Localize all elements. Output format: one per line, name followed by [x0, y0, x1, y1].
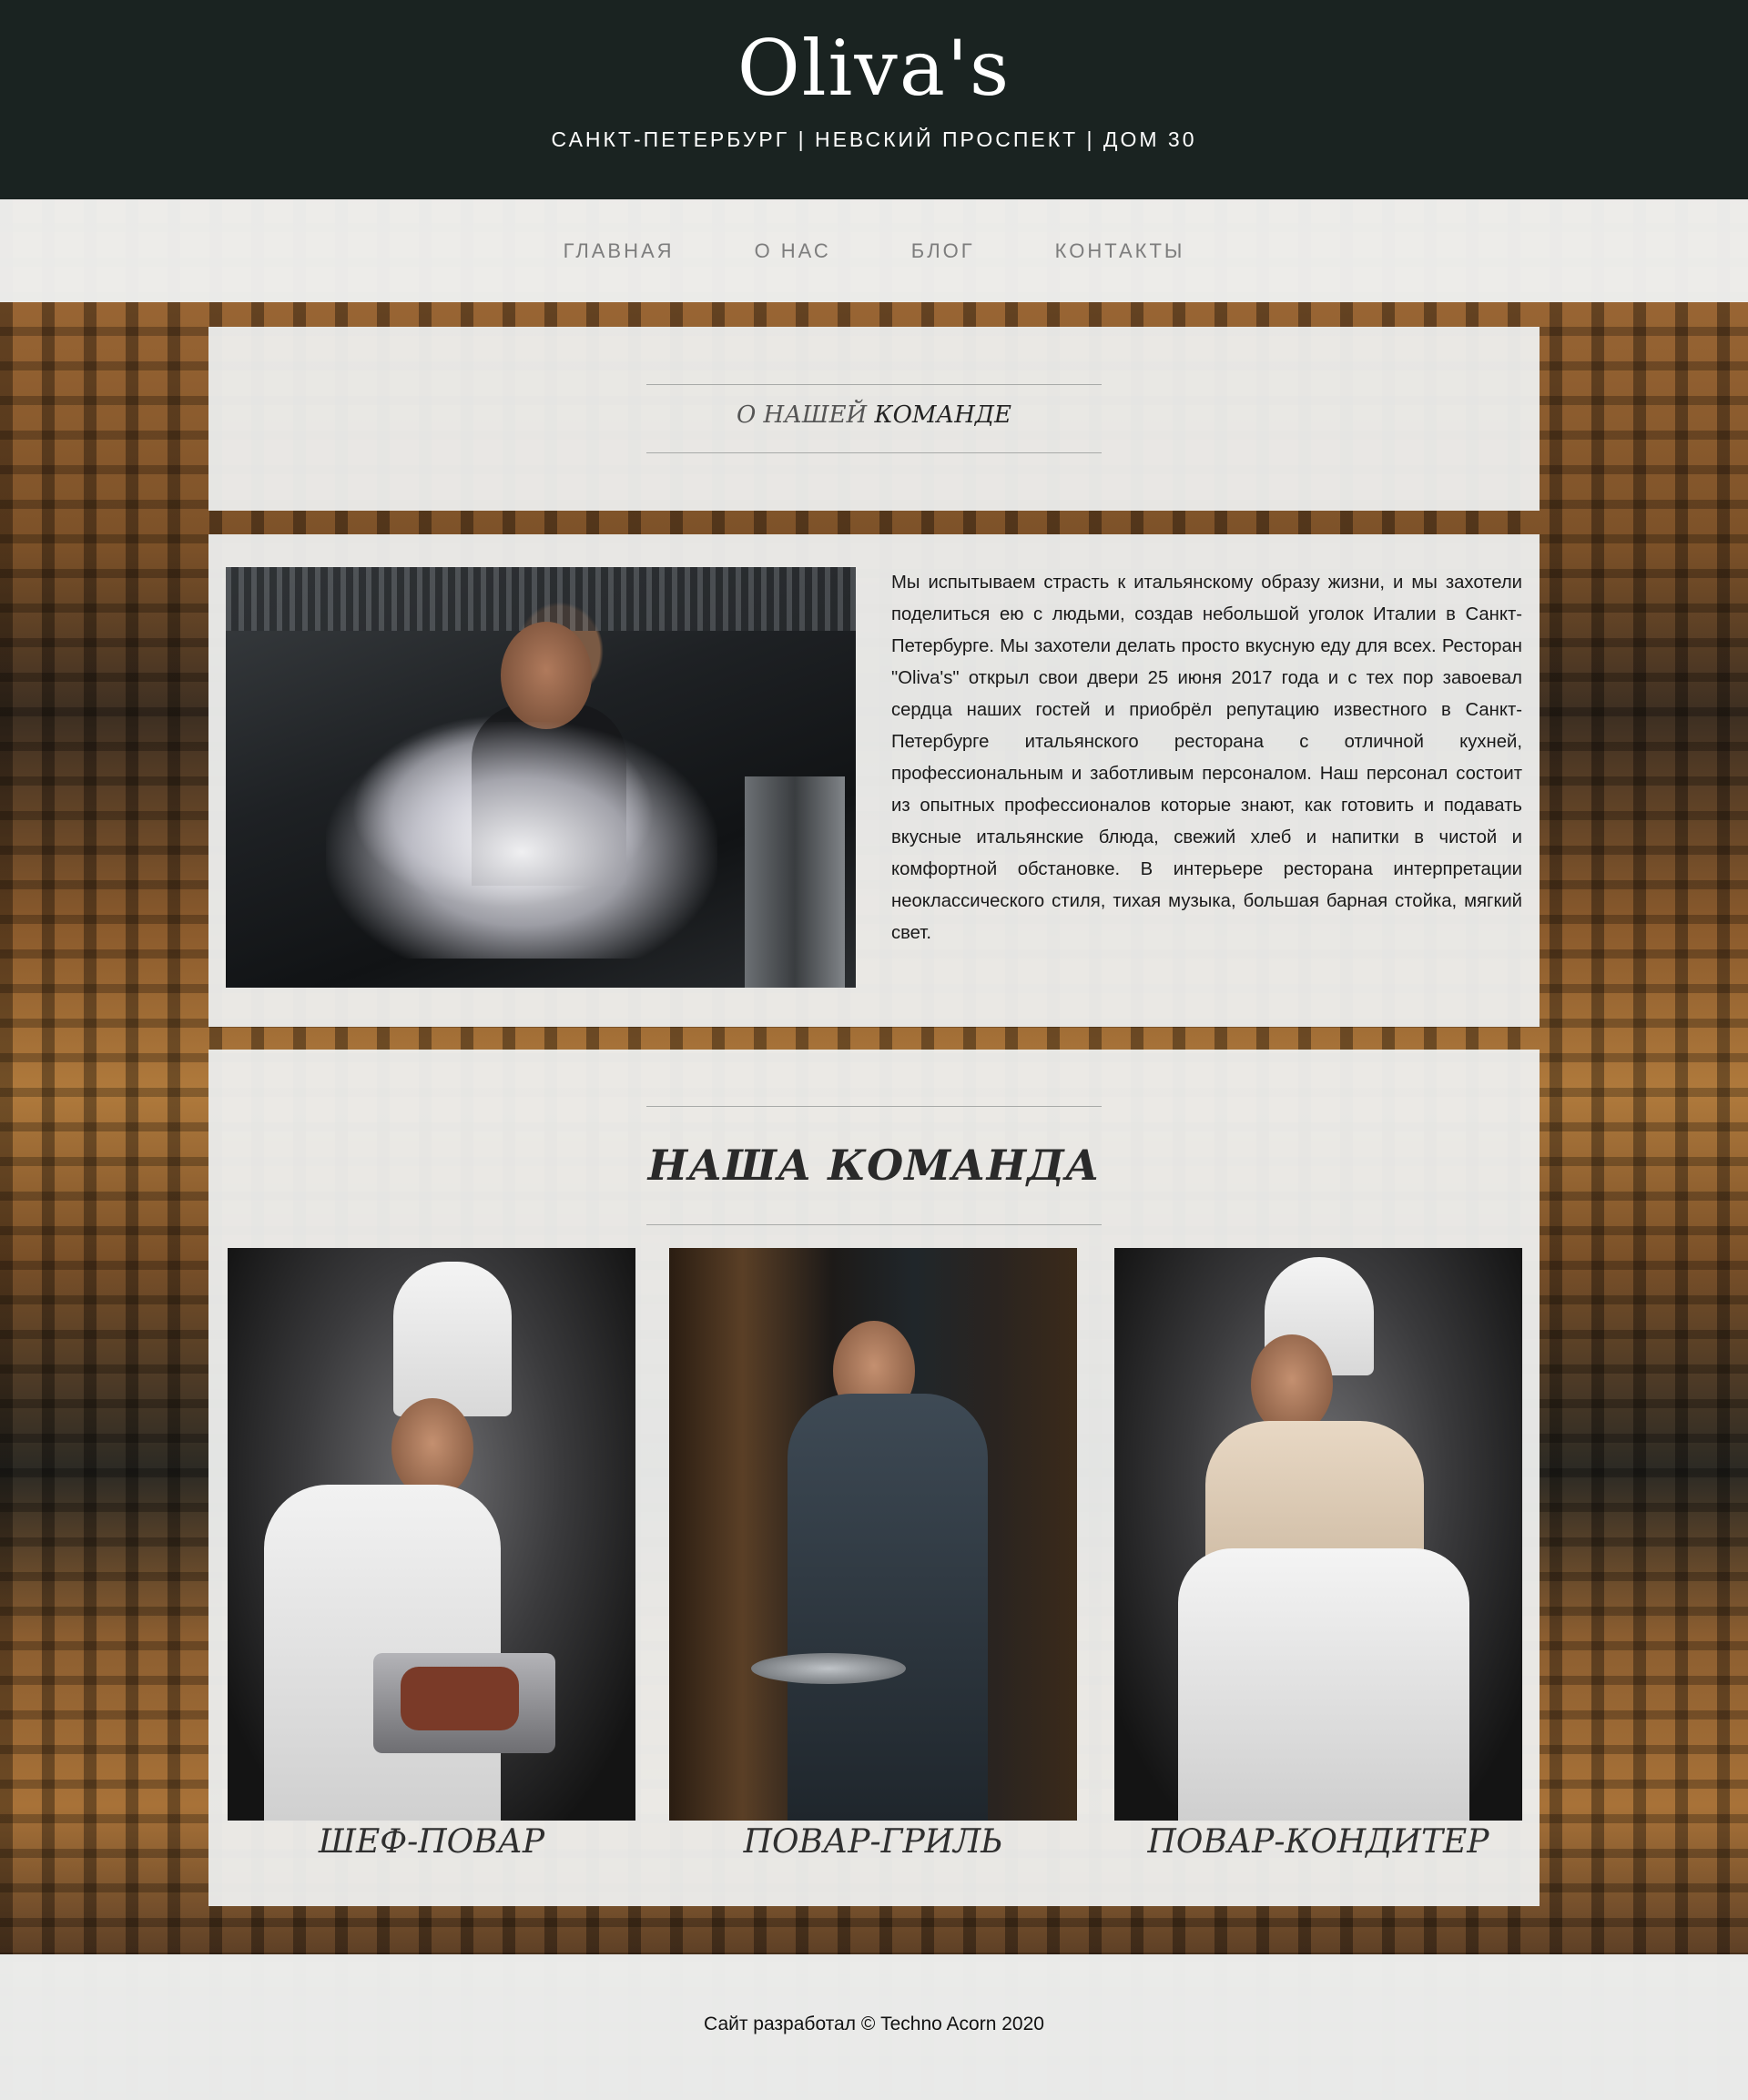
team-member: ПОВАР-ГРИЛЬ [669, 1248, 1077, 1885]
about-heading-strong: КОМАНДЕ [874, 401, 1012, 429]
head-chef-photo [228, 1248, 635, 1821]
site-address: САНКТ-ПЕТЕРБУРГ | НЕВСКИЙ ПРОСПЕКТ | ДОМ… [551, 127, 1197, 151]
site-title: Oliva's [737, 24, 1011, 113]
about-heading-light: О НАШЕЙ [736, 401, 875, 429]
nav-item-contacts[interactable]: КОНТАКТЫ [1055, 239, 1185, 263]
site-header: Oliva's САНКТ-ПЕТЕРБУРГ | НЕВСКИЙ ПРОСПЕ… [0, 0, 1748, 199]
kitchen-chef-photo [226, 567, 856, 988]
about-heading-card: О НАШЕЙ КОМАНДЕ [208, 327, 1540, 511]
member-title: ПОВАР-ГРИЛЬ [743, 1823, 1003, 1861]
site-footer: Сайт разработал © Techno Acorn 2020 [0, 1954, 1748, 2100]
divider [646, 452, 1102, 453]
main-nav: ГЛАВНАЯ О НАС БЛОГ КОНТАКТЫ [0, 199, 1748, 302]
nav-item-about[interactable]: О НАС [755, 239, 831, 263]
about-heading: О НАШЕЙ КОМАНДЕ [208, 401, 1540, 429]
about-text: Мы испытываем страсть к итальянскому обр… [891, 573, 1522, 943]
about-card: Мы испытываем страсть к итальянскому обр… [208, 534, 1540, 1027]
divider [646, 1106, 1102, 1107]
team-member: ПОВАР-КОНДИТЕР [1114, 1248, 1522, 1885]
team-member: ШЕФ-ПОВАР [228, 1248, 635, 1885]
team-heading: НАША КОМАНДА [647, 1141, 1101, 1190]
team-card: НАША КОМАНДА ШЕФ-ПОВАР ПОВАР-ГРИЛЬ ПОВАР… [208, 1050, 1540, 1906]
member-title: ШЕФ-ПОВАР [318, 1823, 545, 1861]
nav-item-blog[interactable]: БЛОГ [911, 239, 975, 263]
pastry-chef-photo [1114, 1248, 1522, 1821]
grill-cook-photo [669, 1248, 1077, 1821]
footer-credit: Сайт разработал © Techno Acorn 2020 [704, 2014, 1044, 2034]
nav-item-home[interactable]: ГЛАВНАЯ [564, 239, 675, 263]
divider [646, 1224, 1102, 1225]
member-title: ПОВАР-КОНДИТЕР [1147, 1823, 1489, 1861]
divider [646, 384, 1102, 385]
